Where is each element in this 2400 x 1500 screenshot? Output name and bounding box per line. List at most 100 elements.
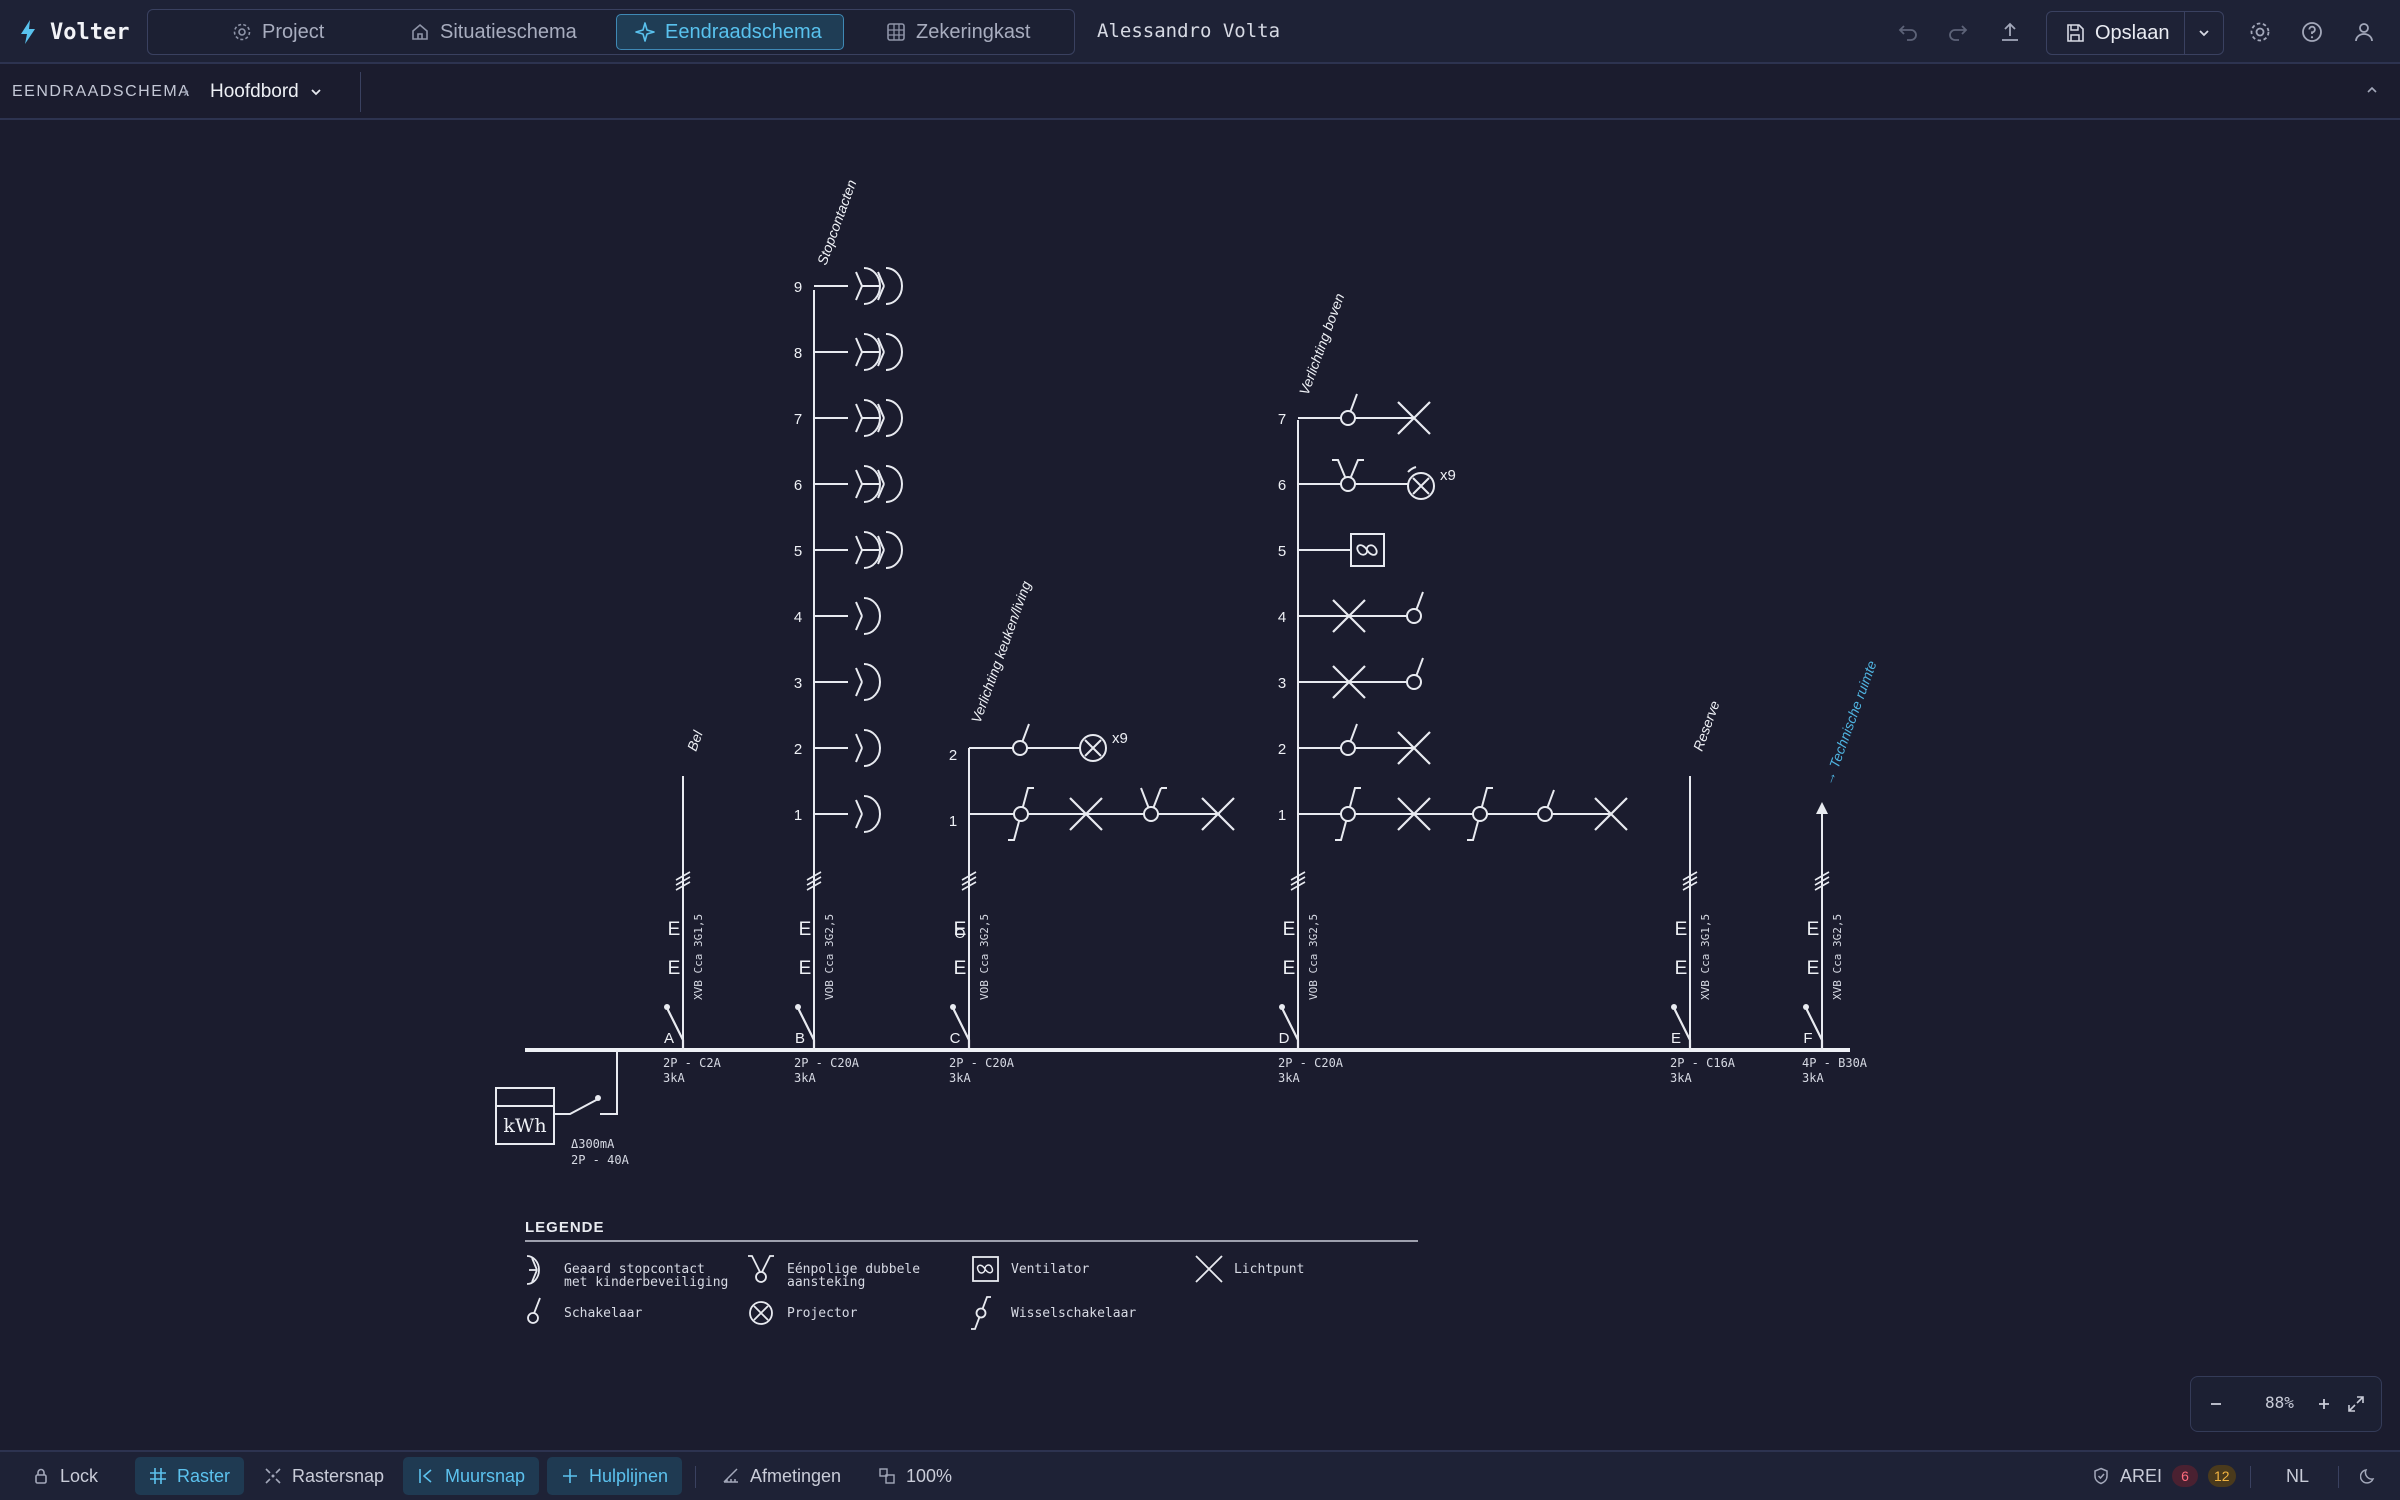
earth-mark: E (668, 919, 681, 940)
feeder-c[interactable]: EE VOB Cca 3G2,5C2P - C20A3kA (949, 871, 1015, 1085)
undo-icon (1898, 25, 1917, 41)
socket-symbol[interactable]: 6 (794, 465, 903, 503)
tab-eendraadschema[interactable]: Eendraadschema (616, 14, 844, 50)
tab-project[interactable]: Project (214, 14, 342, 50)
point-number: 1 (949, 813, 957, 830)
projector-icon (749, 1301, 773, 1325)
projector-symbol[interactable] (1407, 466, 1435, 500)
scale-display[interactable]: 100% (864, 1457, 966, 1495)
save-button[interactable]: Opslaan (2047, 12, 2185, 54)
schema-canvas[interactable]: kWh Δ300mA 2P - 40A E E XVB Cca 3G1,5 A 2P -… (0, 120, 2400, 1450)
socket-symbol[interactable]: 3 (794, 663, 881, 701)
projector-symbol[interactable] (1079, 734, 1107, 762)
chevron-up-icon[interactable] (2362, 80, 2382, 100)
socket-symbol[interactable]: 2 (794, 729, 881, 767)
save-options-button[interactable] (2185, 12, 2223, 54)
circuit-letter: B (795, 1030, 805, 1047)
tab-situatieschema[interactable]: Situatieschema (392, 14, 595, 50)
user-icon (2355, 23, 2373, 42)
circuit-d-point-numbers: 1 2 3 4 5 6 7 (1278, 411, 1286, 824)
earth-mark: E (1675, 919, 1688, 940)
single-line-diagram[interactable]: kWh Δ300mA 2P - 40A EE XVB Cca 3G1,5A2P -… (0, 120, 2400, 1450)
lock-toggle[interactable]: Lock (18, 1457, 112, 1495)
breaker-ka-label: 3kA (1670, 1071, 1692, 1085)
feeder-f[interactable]: EE XVB Cca 3G2,5 F 4P - B30A3kA (1802, 871, 1868, 1085)
divider (695, 1466, 696, 1488)
earth-mark-variant: O (955, 925, 966, 941)
feeder-a[interactable]: EE XVB Cca 3G1,5 A 2P - C2A3kA (663, 871, 722, 1085)
socket-symbol[interactable]: 7 (794, 399, 903, 437)
upload-icon (2002, 22, 2018, 41)
muursnap-toggle[interactable]: Muursnap (403, 1457, 540, 1495)
raster-toggle[interactable]: Raster (135, 1457, 245, 1495)
feeder-d[interactable]: EE VOB Cca 3G2,5 D 2P - C20A3kA (1278, 871, 1344, 1085)
point-number: 1 (1278, 807, 1286, 824)
chevron-down-icon (2199, 30, 2209, 37)
kwh-meter[interactable]: kWh (495, 1087, 555, 1145)
legend-label: Schakelaar (564, 1306, 642, 1321)
board-name: Hoofdbord (210, 81, 299, 102)
point-number: 5 (794, 543, 802, 560)
point-number: 1 (794, 807, 802, 824)
hulplijnen-toggle[interactable]: Hulplijnen (547, 1457, 683, 1495)
guides-icon (563, 1469, 577, 1483)
socket-symbol[interactable]: 8 (794, 333, 903, 371)
legend-label: met kinderbeveiliging (564, 1275, 728, 1290)
breadcrumb-separator: › (183, 81, 189, 101)
lock-label: Lock (60, 1465, 99, 1486)
switch-icon (527, 1297, 541, 1324)
feeder-e[interactable]: EE XVB Cca 3G1,5E2P - C16A3kA (1670, 871, 1736, 1085)
legend-label: Ventilator (1011, 1262, 1089, 1277)
gear-icon (2250, 22, 2270, 42)
socket-symbol[interactable]: 1 (794, 795, 881, 833)
plus-icon (2319, 1399, 2329, 1409)
rastersnap-toggle[interactable]: Rastersnap (250, 1457, 398, 1495)
breaker-ka-label: 3kA (1802, 1071, 1824, 1085)
socket-symbol[interactable]: 9 (794, 267, 903, 305)
legend-label: Lichtpunt (1234, 1262, 1304, 1277)
zoom-in-button[interactable] (2311, 1391, 2337, 1417)
feeder-b[interactable]: EE VOB Cca 3G2,5 B 2P - C20A3kA (794, 871, 860, 1085)
scale-label: 100% (906, 1465, 953, 1486)
breaker-label: 2P - C2A (663, 1056, 722, 1070)
user-name: Alessandro Volta (1097, 20, 1281, 42)
snap-grid-icon (265, 1468, 281, 1484)
breaker-ka-label: 3kA (1278, 1071, 1300, 1085)
socket-symbol[interactable]: 5 (794, 531, 903, 569)
language-selector[interactable]: NL (2272, 1457, 2323, 1495)
undo-button[interactable] (1894, 18, 1922, 46)
breaker-ka-label: 3kA (949, 1071, 971, 1085)
tab-label: Situatieschema (440, 20, 577, 43)
earth-mark: E (668, 958, 681, 979)
export-button[interactable] (1996, 18, 2024, 46)
zoom-out-button[interactable] (2203, 1391, 2229, 1417)
account-button[interactable] (2350, 18, 2378, 46)
redo-button[interactable] (1944, 18, 1972, 46)
board-selector[interactable]: Hoofdbord (210, 78, 323, 106)
settings-button[interactable] (2246, 18, 2274, 46)
circuit-name-e: Reserve (1690, 698, 1723, 753)
breadcrumb-section[interactable]: EENDRAADSCHEMA (12, 83, 190, 101)
breaker-label: 2P - C20A (1278, 1056, 1344, 1070)
fit-screen-button[interactable] (2343, 1391, 2369, 1417)
fan-symbol[interactable] (1350, 533, 1385, 567)
help-button[interactable] (2298, 18, 2326, 46)
circuit-name-f[interactable]: → Technische ruimte (1820, 658, 1880, 787)
app-logo[interactable]: Volter (18, 14, 129, 50)
wall-snap-icon (419, 1469, 432, 1483)
main-diff-label: Δ300mA (571, 1137, 615, 1151)
two-way-switch-icon (971, 1296, 991, 1330)
point-number: 2 (949, 747, 957, 764)
socket-symbol[interactable]: 4 (794, 597, 881, 635)
afmetingen-label: Afmetingen (750, 1465, 842, 1486)
arei-check-button[interactable]: AREI 6 12 (2078, 1457, 2250, 1495)
raster-label: Raster (177, 1465, 231, 1486)
grid-icon (887, 23, 905, 41)
socket-icon (526, 1255, 540, 1285)
hulplijnen-label: Hulplijnen (589, 1465, 669, 1486)
tab-label: Zekeringkast (916, 20, 1031, 43)
tab-zekeringkast[interactable]: Zekeringkast (868, 14, 1049, 50)
feeders: EE XVB Cca 3G1,5A2P - C2A3kA EE VOB Cca 3G2… (663, 871, 1868, 1085)
afmetingen-toggle[interactable]: Afmetingen (708, 1457, 855, 1495)
theme-toggle[interactable] (2346, 1457, 2392, 1495)
